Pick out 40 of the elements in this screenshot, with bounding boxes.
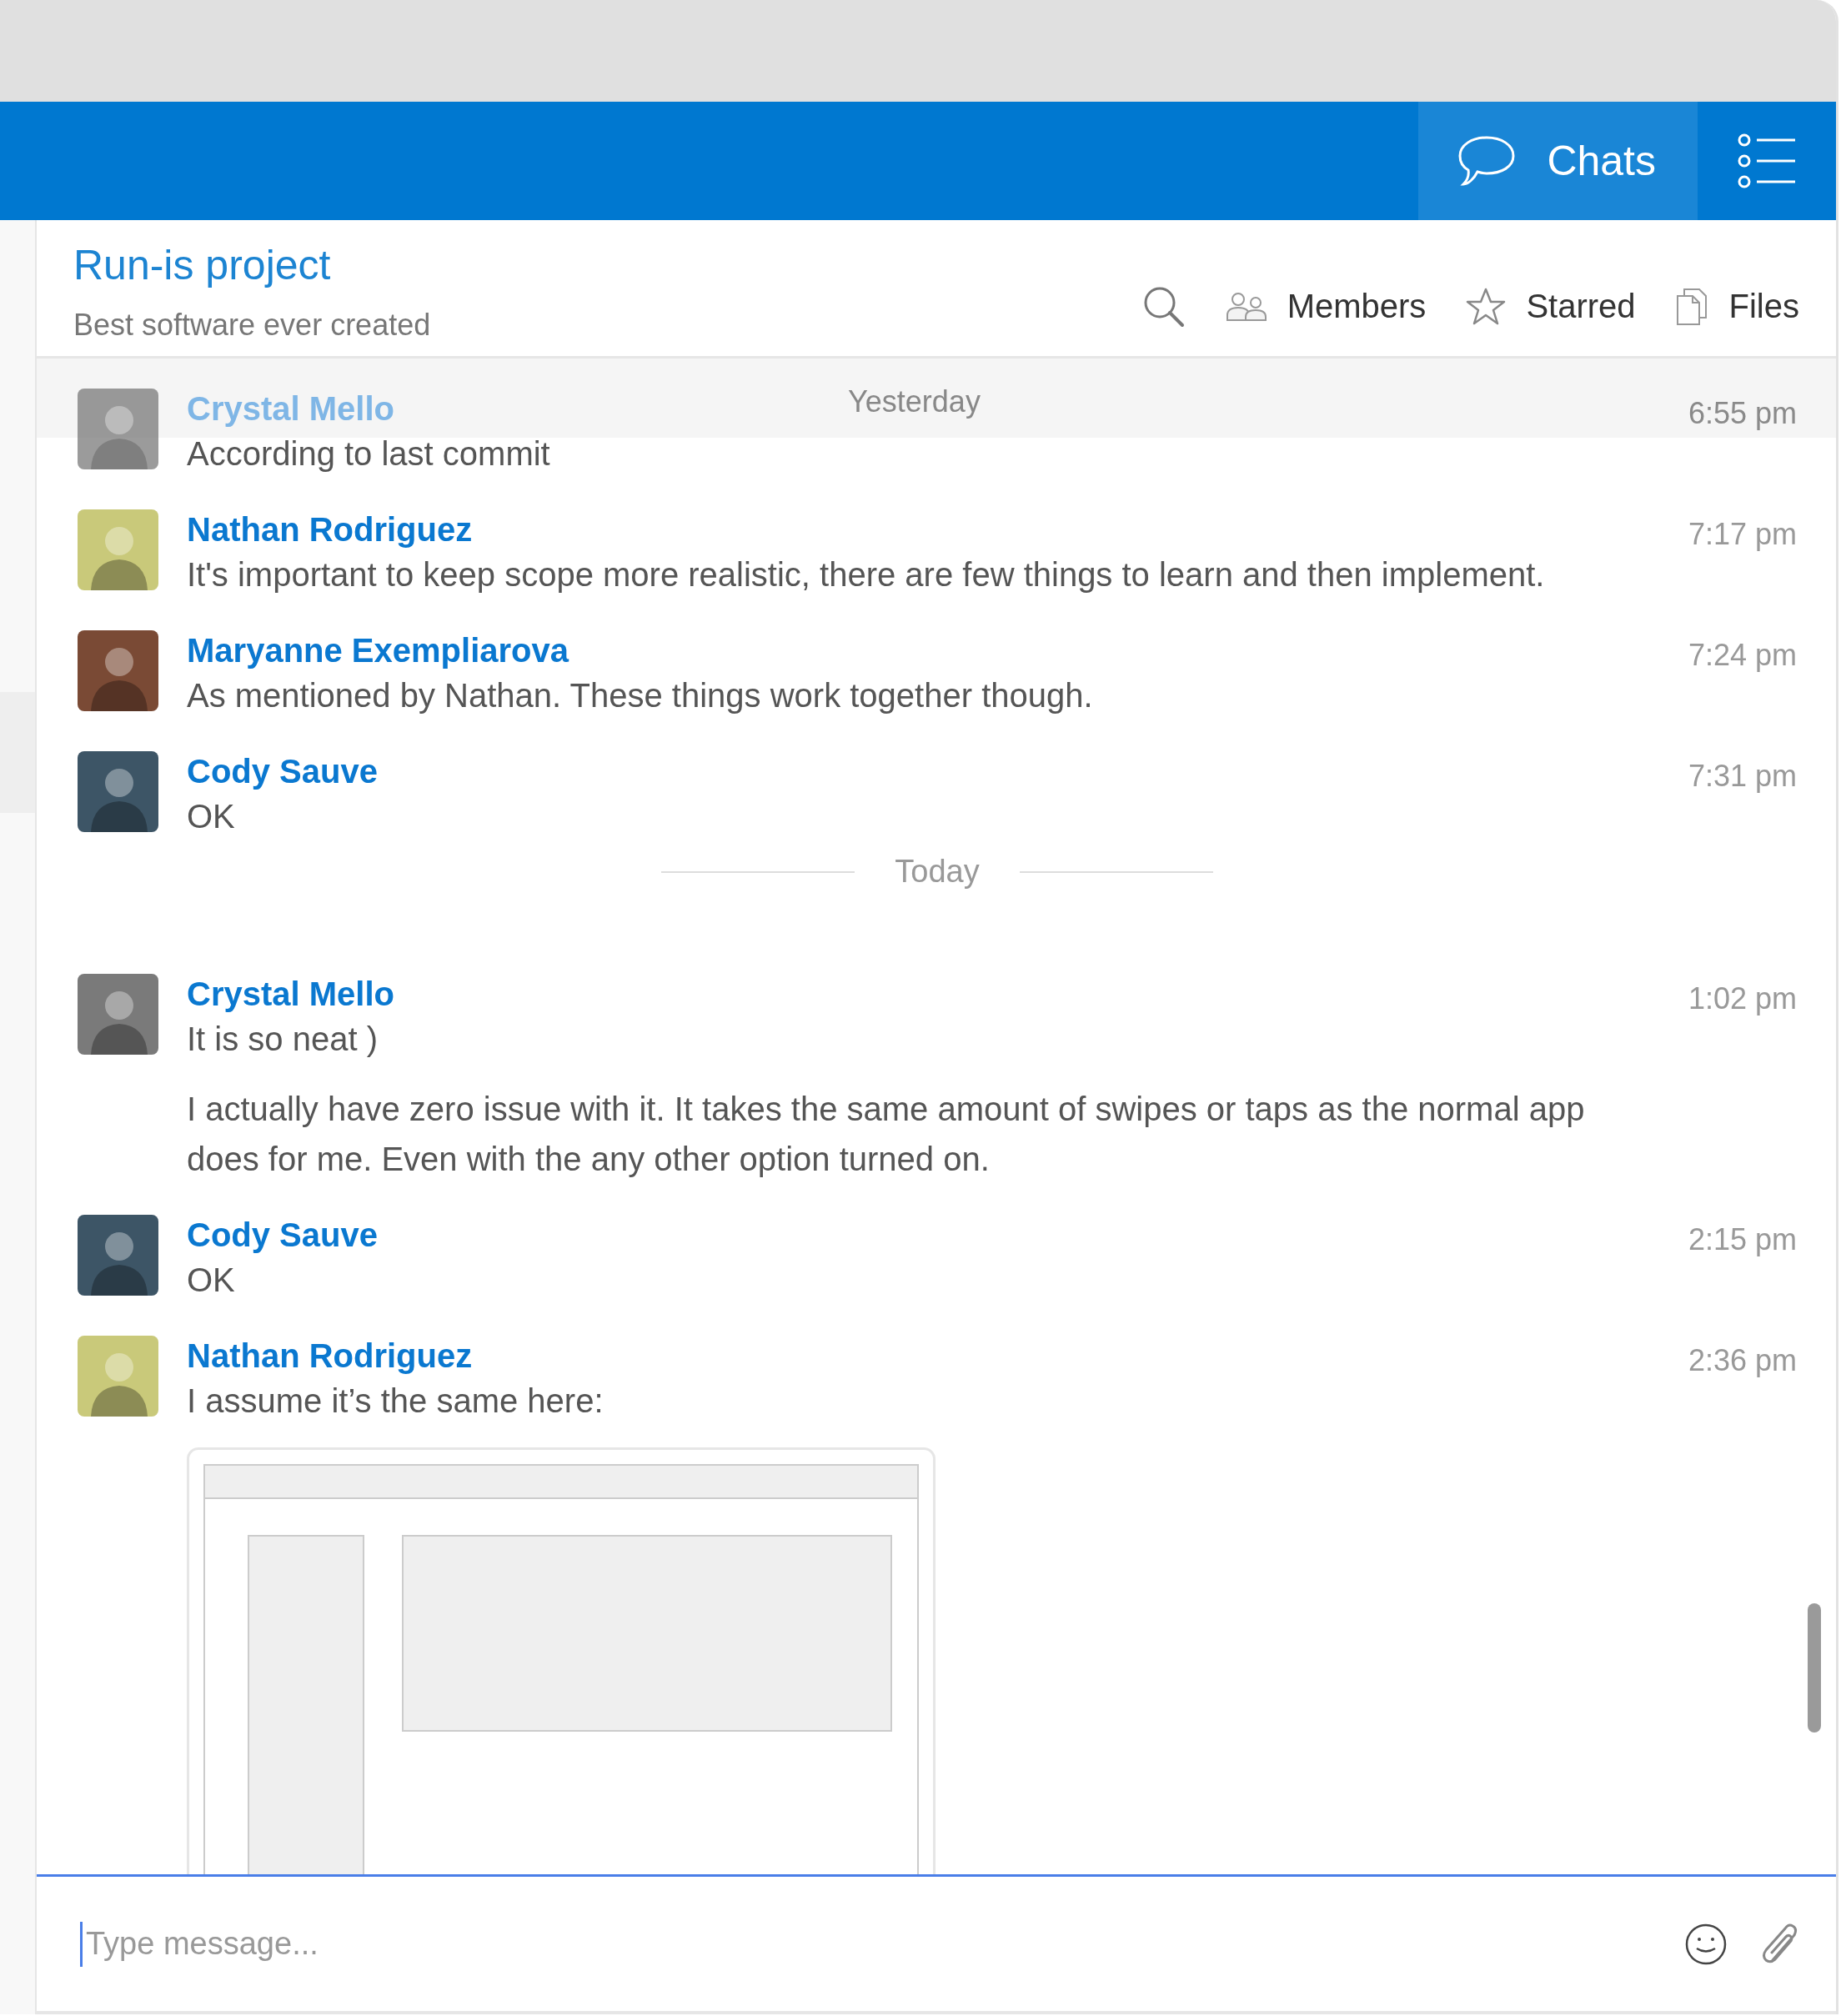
smiley-icon xyxy=(1684,1922,1728,1966)
members-button[interactable]: Members xyxy=(1225,288,1427,325)
message-text: It is so neat ) xyxy=(187,1020,379,1059)
author-name[interactable]: Nathan Rodriguez xyxy=(187,1336,473,1376)
chats-tab[interactable]: Chats xyxy=(1418,102,1698,220)
message-time: 7:17 pm xyxy=(1688,516,1797,553)
message-time: 1:02 pm xyxy=(1688,980,1797,1017)
author-name[interactable]: Cody Sauve xyxy=(187,751,378,791)
message-text: I assume it’s the same here: xyxy=(187,1382,604,1421)
message-time: 7:24 pm xyxy=(1688,637,1797,674)
paperclip-icon xyxy=(1761,1923,1799,1965)
message-text: OK xyxy=(187,1261,236,1300)
day-label: Yesterday xyxy=(848,385,981,419)
message-text: As mentioned by Nathan. These things work together though. xyxy=(187,676,1094,715)
message-time: 2:36 pm xyxy=(1688,1342,1797,1379)
star-icon xyxy=(1466,287,1507,326)
message-text: It's important to keep scope more realistic, there are few things to learn and then implement. xyxy=(187,555,1546,594)
starred-button[interactable]: Starred xyxy=(1466,287,1636,326)
menu-icon xyxy=(1737,133,1797,188)
documents-icon xyxy=(1675,287,1709,326)
message-input[interactable]: Type message... xyxy=(83,1918,1651,1969)
message-text: According to last commit xyxy=(187,434,551,474)
scrollbar-thumb[interactable] xyxy=(1808,1603,1821,1733)
message-time: 2:15 pm xyxy=(1688,1221,1797,1258)
files-button[interactable]: Files xyxy=(1675,287,1799,326)
message-time: 7:31 pm xyxy=(1688,758,1797,795)
attach-button[interactable] xyxy=(1761,1923,1799,1965)
message-text: I actually have zero issue with it. It takes the same amount of swipes or taps as the normal app does for me. Even with the any other option turned on. xyxy=(187,1090,1586,1179)
people-icon xyxy=(1225,291,1267,322)
message-text: OK xyxy=(187,797,236,836)
author-name[interactable]: Cody Sauve xyxy=(187,1215,378,1255)
text-cursor xyxy=(80,1921,83,1967)
message-time: 6:55 pm xyxy=(1688,395,1797,432)
chat-subtitle: Best software ever created xyxy=(73,306,432,344)
emoji-button[interactable] xyxy=(1684,1922,1728,1966)
chat-title: Run-is project xyxy=(73,240,332,290)
author-name[interactable]: Maryanne Exempliarova xyxy=(187,630,569,670)
date-separator: Today xyxy=(895,854,980,890)
author-name[interactable]: Crystal Mello xyxy=(187,974,394,1014)
author-name[interactable]: Nathan Rodriguez xyxy=(187,509,473,549)
